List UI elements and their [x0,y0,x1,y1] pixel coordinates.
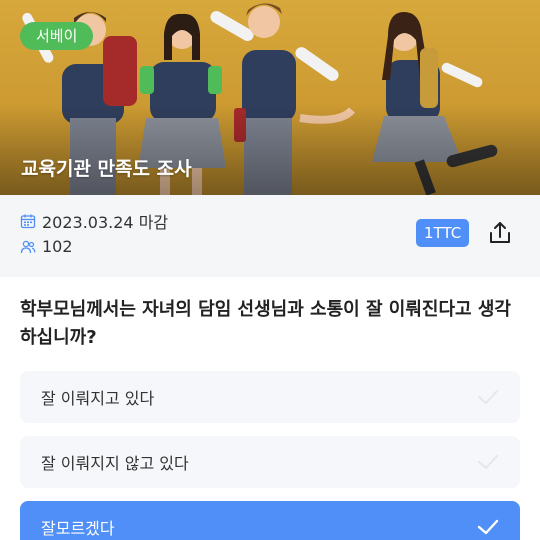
survey-tag[interactable]: 1TTC [416,219,470,247]
answer-option[interactable]: 잘 이뤄지고 있다 [20,371,520,423]
survey-banner: 서베이 교육기관 만족도 조사 [0,0,540,195]
check-icon [477,519,499,535]
people-icon [20,240,36,253]
calendar-icon [20,214,36,229]
survey-title: 교육기관 만족도 조사 [21,158,192,180]
survey-meta: 2023.03.24 마감 102 1TTC [0,195,540,277]
question-text: 학부모님께서는 자녀의 담임 선생님과 소통이 잘 이뤄진다고 생각하십니까? [20,299,511,348]
category-badge: 서베이 [20,22,94,50]
deadline-text: 2023.03.24 마감 [42,213,169,232]
answer-option-label: 잘 이뤄지지 않고 있다 [41,454,189,473]
share-icon[interactable] [486,219,514,247]
check-icon [478,455,498,469]
answer-option-label: 잘 이뤄지고 있다 [41,389,155,408]
participants-count: 102 [42,237,73,256]
check-icon [478,390,498,404]
answer-option-selected[interactable]: 잘모르겠다 [20,501,520,540]
deadline-row: 2023.03.24 마감 [20,209,168,233]
participants-row: 102 [20,237,73,256]
answer-option[interactable]: 잘 이뤄지지 않고 있다 [20,436,520,488]
answer-option-label: 잘모르겠다 [41,519,115,538]
